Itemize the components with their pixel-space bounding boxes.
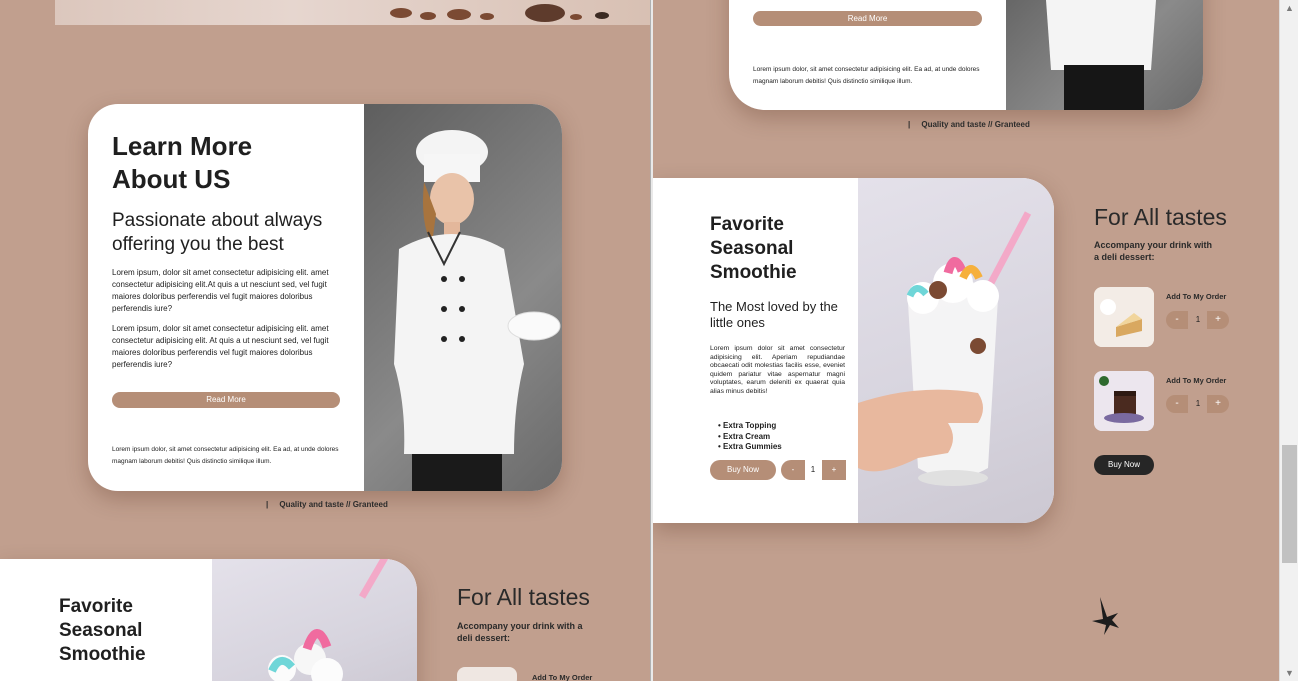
quantity-value[interactable]: 1: [803, 461, 823, 479]
tastes-subtitle: Accompany your drink with a deli dessert…: [1094, 240, 1213, 262]
about-card-bottom: Read More Lorem ipsum dolor, sit amet co…: [729, 0, 1203, 110]
add-to-order-label: Add To My Order: [1166, 292, 1227, 301]
about-card: Learn More About US Passionate about alwa…: [88, 104, 562, 491]
about-subtitle: Passionate about always offering you the…: [112, 210, 323, 255]
favorite-title: Favorite Seasonal Smoothie: [710, 214, 797, 283]
brownie-thumbnail: [1094, 371, 1154, 431]
extra-item: Extra Cream: [718, 432, 782, 443]
quality-caption: | Quality and taste // Granteed: [266, 500, 388, 509]
favorite-subtitle: The Most loved by the little ones: [710, 299, 838, 330]
about-footer-text: Lorem ipsum dolor, sit amet consectetur …: [112, 446, 339, 465]
quality-caption: | Quality and taste // Granteed: [908, 120, 1030, 129]
quantity-increase-button[interactable]: +: [822, 460, 846, 480]
read-more-button[interactable]: Read More: [753, 11, 982, 26]
quantity-value[interactable]: 1: [1188, 311, 1208, 329]
extra-item: Extra Topping: [718, 421, 782, 432]
left-pane: Learn More About US Passionate about alwa…: [0, 0, 650, 681]
about-paragraph-2: Lorem ipsum, dolor sit amet consectetur …: [112, 324, 329, 369]
vertical-scrollbar[interactable]: ▲ ▼: [1279, 0, 1298, 681]
buy-now-button[interactable]: Buy Now: [1094, 455, 1154, 475]
quantity-value[interactable]: 1: [1188, 395, 1208, 413]
quantity-decrease-button[interactable]: -: [781, 460, 805, 480]
buy-now-button[interactable]: Buy Now: [710, 460, 776, 480]
tastes-title: For All tastes: [1094, 204, 1227, 230]
favorite-card: Favorite Seasonal Smoothie The Most love…: [653, 178, 1054, 523]
scrollbar-thumb[interactable]: [1282, 445, 1297, 563]
about-footer-text: Lorem ipsum dolor, sit amet consectetur …: [753, 66, 980, 85]
quantity-increase-button[interactable]: +: [1207, 311, 1229, 329]
chef-photo: [364, 104, 562, 491]
tastes-subtitle: Accompany your drink with a deli dessert…: [457, 621, 583, 643]
favorite-card: Favorite Seasonal Smoothie: [0, 559, 417, 681]
smoothie-photo: [212, 559, 417, 681]
smoothie-photo: [858, 178, 1054, 523]
quantity-increase-button[interactable]: +: [1207, 395, 1229, 413]
star-cursor-icon: [1092, 597, 1119, 635]
favorite-description: Lorem ipsum dolor sit amet consectetur a…: [710, 345, 845, 395]
extras-list: Extra Topping Extra Cream Extra Gummies: [718, 421, 782, 453]
scroll-down-arrow-icon[interactable]: ▼: [1280, 665, 1298, 681]
add-to-order-label: Add To My Order: [1166, 376, 1227, 385]
chef-photo: [1006, 0, 1203, 110]
dessert-thumbnail: [457, 667, 517, 681]
right-pane: Read More Lorem ipsum dolor, sit amet co…: [653, 0, 1279, 681]
quantity-decrease-button[interactable]: -: [1166, 395, 1188, 413]
scroll-up-arrow-icon[interactable]: ▲: [1280, 0, 1298, 16]
about-title: Learn More About US: [112, 131, 253, 194]
cake-thumbnail: [1094, 287, 1154, 347]
read-more-button[interactable]: Read More: [112, 392, 340, 408]
tastes-title: For All tastes: [457, 584, 590, 610]
dessert-banner-image: [55, 0, 650, 25]
quantity-decrease-button[interactable]: -: [1166, 311, 1188, 329]
about-paragraph-1: Lorem ipsum, dolor sit amet consectetur …: [112, 268, 329, 313]
favorite-title: Favorite Seasonal Smoothie: [59, 596, 146, 665]
add-to-order-label: Add To My Order: [532, 673, 593, 681]
extra-item: Extra Gummies: [718, 442, 782, 453]
